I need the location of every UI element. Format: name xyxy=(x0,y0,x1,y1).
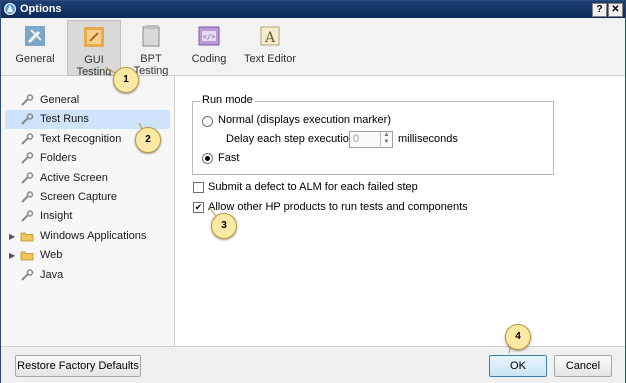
callout-4: 4 xyxy=(505,324,531,350)
options-dialog: Options ? ✕ General GUI Testing BPT Test… xyxy=(0,0,626,383)
callout-3: 3 xyxy=(211,213,237,239)
callout-2: 2 xyxy=(135,127,161,153)
callout-leaders xyxy=(104,66,514,354)
callout-1: 1 xyxy=(113,67,139,93)
